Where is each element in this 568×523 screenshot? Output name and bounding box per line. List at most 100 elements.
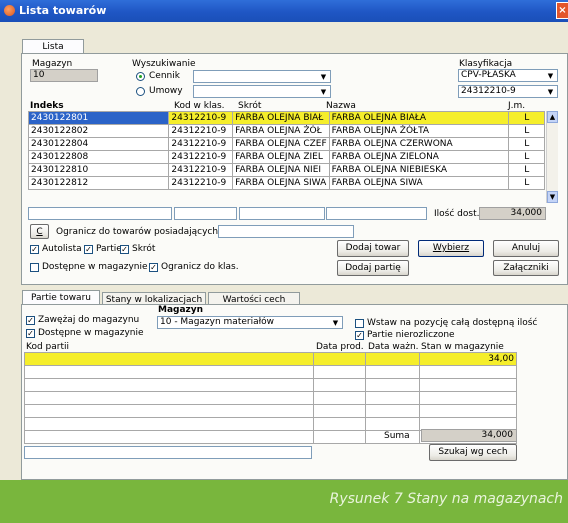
cell-skrot[interactable]: FARBA OLEJNA BIAŁ	[232, 111, 330, 125]
partie-cell[interactable]	[365, 404, 421, 418]
table-row[interactable]: 2430122801 24312210-9 FARBA OLEJNA BIAŁ FAR…	[27, 111, 545, 125]
skrot-checkbox[interactable]: ✓	[120, 245, 129, 254]
filter-nazwa[interactable]	[326, 207, 427, 220]
cell-nazwa[interactable]: FARBA OLEJNA BIAŁA	[328, 111, 510, 125]
partie-cell[interactable]	[23, 430, 315, 444]
product-table-scrollbar[interactable]: ▲ ▼	[546, 111, 558, 203]
partie-cell[interactable]	[365, 417, 421, 431]
zalaczniki-button[interactable]: Załączniki	[493, 260, 559, 276]
partie-cell[interactable]	[365, 365, 421, 379]
dodaj-partie-button[interactable]: Dodaj partię	[337, 260, 409, 276]
cell-nazwa[interactable]: FARBA OLEJNA CZERWONA	[328, 137, 510, 151]
autolista-checkbox[interactable]: ✓	[30, 245, 39, 254]
table-row[interactable]: 2430122810 24312210-9 FARBA OLEJNA NIEI FAR…	[27, 163, 545, 177]
kod-klasyfikacji-dropdown[interactable]: 24312210-9 ▼	[458, 85, 558, 98]
cell-indeks[interactable]: 2430122810	[27, 163, 170, 177]
cell-indeks[interactable]: 2430122808	[27, 150, 170, 164]
table-row[interactable]: 2430122808 24312210-9 FARBA OLEJNA ZIEL FAR…	[27, 150, 545, 164]
cell-skrot[interactable]: FARBA OLEJNA ŻÓŁ	[232, 124, 330, 138]
filter-skrot[interactable]	[239, 207, 325, 220]
nierozl-checkbox[interactable]: ✓	[355, 331, 364, 340]
cell-skrot[interactable]: FARBA OLEJNA SIWA	[232, 176, 330, 190]
scroll-up-icon[interactable]: ▲	[547, 111, 558, 123]
cell-kod[interactable]: 24312210-9	[168, 150, 234, 164]
partie-cell[interactable]	[313, 430, 367, 444]
cell-kod[interactable]: 24312210-9	[168, 176, 234, 190]
cell-kod[interactable]: 24312210-9	[168, 137, 234, 151]
partie-cell[interactable]	[313, 404, 367, 418]
partie-cell[interactable]	[23, 365, 315, 379]
cechy-field[interactable]	[24, 446, 312, 459]
partie-cell[interactable]	[313, 417, 367, 431]
cell-jm[interactable]: L	[508, 137, 545, 151]
zawezaj-checkbox[interactable]: ✓	[26, 316, 35, 325]
partie-cell[interactable]	[23, 378, 315, 392]
umowy-dropdown[interactable]: ▼	[193, 85, 331, 98]
partie-cell[interactable]	[365, 378, 421, 392]
partie-dostepne-checkbox[interactable]: ✓	[26, 329, 35, 338]
partie-cell[interactable]	[313, 352, 367, 366]
partie-cell[interactable]	[419, 378, 517, 392]
filter-indeks[interactable]	[28, 207, 172, 220]
dostepne-checkbox[interactable]	[30, 263, 39, 272]
magazyn-field[interactable]: 10	[30, 69, 98, 82]
cell-nazwa[interactable]: FARBA OLEJNA NIEBIESKA	[328, 163, 510, 177]
partie-row[interactable]	[23, 391, 517, 405]
partie-cell[interactable]	[313, 391, 367, 405]
cell-jm[interactable]: L	[508, 150, 545, 164]
partie-magazyn-dropdown[interactable]: 10 - Magazyn materiałów ▼	[157, 316, 343, 329]
anuluj-button[interactable]: Anuluj	[493, 240, 559, 257]
partie-cell[interactable]	[23, 404, 315, 418]
dodaj-towar-button[interactable]: Dodaj towar	[337, 240, 409, 257]
cell-nazwa[interactable]: FARBA OLEJNA ŻÓŁTA	[328, 124, 510, 138]
partie-row[interactable]	[23, 404, 517, 418]
partie-cell[interactable]	[23, 417, 315, 431]
cell-kod[interactable]: 24312210-9	[168, 163, 234, 177]
cell-jm[interactable]: L	[508, 176, 545, 190]
partie-cell[interactable]	[313, 378, 367, 392]
szukaj-wg-cech-button[interactable]: Szukaj wg cech	[429, 444, 517, 461]
cell-skrot[interactable]: FARBA OLEJNA CZEF	[232, 137, 330, 151]
table-row[interactable]: 2430122802 24312210-9 FARBA OLEJNA ŻÓŁ FARB…	[27, 124, 545, 138]
cell-nazwa[interactable]: FARBA OLEJNA ZIELONA	[328, 150, 510, 164]
cell-jm[interactable]: L	[508, 163, 545, 177]
cell-skrot[interactable]: FARBA OLEJNA ZIEL	[232, 150, 330, 164]
table-row[interactable]: 2430122812 24312210-9 FARBA OLEJNA SIWA FAR…	[27, 176, 545, 190]
close-button[interactable]: ×	[556, 2, 568, 19]
cell-kod[interactable]: 24312210-9	[168, 111, 234, 125]
cell-jm[interactable]: L	[508, 111, 545, 125]
partie-cell[interactable]	[419, 391, 517, 405]
tab-lista-towarow[interactable]: Lista towarów	[22, 39, 84, 66]
partie-row[interactable]	[23, 365, 517, 379]
scroll-down-icon[interactable]: ▼	[547, 191, 558, 203]
partie-row[interactable]: 34,00	[23, 352, 517, 366]
partie-cell[interactable]	[419, 404, 517, 418]
cell-nazwa[interactable]: FARBA OLEJNA SIWA	[328, 176, 510, 190]
cell-skrot[interactable]: FARBA OLEJNA NIEI	[232, 163, 330, 177]
tab-partie-towaru[interactable]: Partie towaru	[22, 290, 100, 305]
cell-indeks[interactable]: 2430122801	[27, 111, 170, 125]
partie-row[interactable]	[23, 378, 517, 392]
cell-indeks[interactable]: 2430122802	[27, 124, 170, 138]
wstaw-checkbox[interactable]	[355, 319, 364, 328]
table-row[interactable]: 2430122804 24312210-9 FARBA OLEJNA CZEF FAR…	[27, 137, 545, 151]
radio-cennik[interactable]	[136, 72, 145, 81]
cell-jm[interactable]: L	[508, 124, 545, 138]
radio-umowy[interactable]	[136, 87, 145, 96]
wybierz-button[interactable]: Wybierz	[418, 240, 484, 257]
ogranicz-button[interactable]: C	[30, 224, 49, 239]
ogranicz-field[interactable]	[218, 225, 354, 238]
filter-kod[interactable]	[174, 207, 237, 220]
ogranicz-klas-checkbox[interactable]: ✓	[149, 263, 158, 272]
partie-cell[interactable]	[365, 391, 421, 405]
partie-checkbox[interactable]: ✓	[84, 245, 93, 254]
cennik-dropdown[interactable]: ▼	[193, 70, 331, 83]
cell-indeks[interactable]: 2430122804	[27, 137, 170, 151]
klasyfikacja-dropdown[interactable]: CPV-PŁASKA ▼	[458, 69, 558, 82]
partie-cell[interactable]	[23, 352, 315, 366]
cell-indeks[interactable]: 2430122812	[27, 176, 170, 190]
cell-kod[interactable]: 24312210-9	[168, 124, 234, 138]
partie-cell[interactable]	[365, 352, 421, 366]
partie-cell[interactable]	[419, 365, 517, 379]
partie-cell[interactable]	[313, 365, 367, 379]
